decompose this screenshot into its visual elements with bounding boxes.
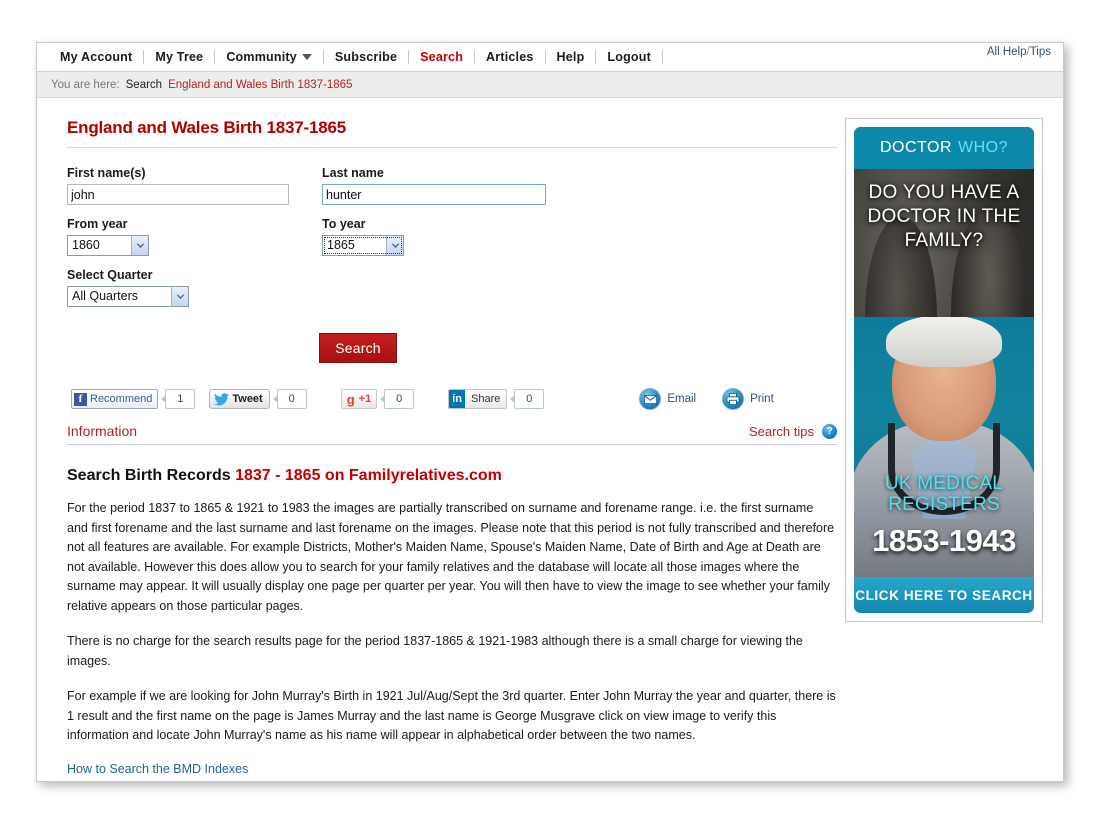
advertisement-doctor-hair (886, 317, 1002, 367)
how-to-search-bmd-indexes-link[interactable]: How to Search the BMD Indexes (67, 762, 837, 776)
help-tips-links: All Help/Tips (987, 46, 1051, 58)
information-section-header: Information Search tips ? (67, 423, 837, 445)
nav-item-community-label: Community (226, 50, 297, 64)
nav-item-search[interactable]: Search (409, 43, 474, 71)
browser-page-card: My Account My Tree Community Subscribe S… (36, 42, 1064, 782)
page-body: England and Wales Birth 1837-1865 First … (37, 98, 1063, 776)
facebook-count: 1 (161, 389, 196, 409)
advertisement-top-bar: DOCTOR WHO? (854, 127, 1034, 169)
search-button-row: Search (67, 333, 837, 363)
nav-item-logout[interactable]: Logout (596, 43, 662, 71)
facebook-icon: f (74, 392, 87, 406)
top-navigation-bar: My Account My Tree Community Subscribe S… (37, 43, 1063, 72)
form-row-names: First name(s) Last name (67, 166, 837, 205)
search-tips-link[interactable]: Search tips (749, 424, 814, 439)
advertisement-years-text: 1853-1943 (872, 523, 1016, 558)
first-name-field-group: First name(s) (67, 166, 322, 205)
form-row-quarter: Select Quarter All Quarters (67, 268, 837, 307)
breadcrumb-item-search[interactable]: Search (126, 79, 162, 91)
nav-item-help[interactable]: Help (546, 43, 596, 71)
quarter-field-group: Select Quarter All Quarters (67, 268, 322, 307)
facebook-recommend-button[interactable]: f Recommend (71, 389, 159, 409)
select-quarter-label: Select Quarter (67, 268, 153, 282)
chevron-down-icon (131, 236, 148, 255)
advertisement-registers-text: UK MEDICAL REGISTERS (884, 473, 1004, 515)
nav-item-articles[interactable]: Articles (475, 43, 544, 71)
search-form: First name(s) Last name From year 18 (67, 166, 837, 363)
advertisement-column: DOCTOR WHO? DO YOU HAVE A DOCTOR IN THE … (837, 98, 1061, 776)
information-heading: Search Birth Records 1837 - 1865 on Fami… (67, 467, 837, 485)
last-name-field-group: Last name (322, 166, 580, 205)
from-year-label: From year (67, 217, 128, 231)
chevron-down-icon (301, 54, 312, 60)
information-title: Information (67, 423, 138, 439)
information-paragraph: There is no charge for the search result… (67, 634, 803, 668)
nav-separator (661, 50, 663, 64)
to-year-field-group: To year 1865 (322, 217, 580, 256)
information-paragraph: For example if we are looking for John M… (67, 689, 836, 742)
to-year-label: To year (322, 217, 366, 231)
email-label: Email (667, 393, 697, 405)
email-print-group: Email Print (639, 388, 799, 410)
google-plus-one-label: +1 (358, 393, 372, 405)
from-year-value: 1860 (72, 238, 100, 252)
breadcrumb-item-current[interactable]: England and Wales Birth 1837-1865 (168, 79, 352, 91)
google-plus-count: 0 (380, 389, 415, 409)
print-action[interactable]: Print (722, 388, 774, 410)
nav-item-subscribe[interactable]: Subscribe (324, 43, 408, 71)
information-paragraph: For the period 1837 to 1865 & 1921 to 19… (67, 501, 835, 613)
advertisement-inner: DOCTOR WHO? DO YOU HAVE A DOCTOR IN THE … (854, 127, 1034, 613)
linkedin-count: 0 (510, 389, 545, 409)
twitter-bird-icon (214, 392, 230, 406)
advertisement-banner[interactable]: DOCTOR WHO? DO YOU HAVE A DOCTOR IN THE … (845, 118, 1043, 622)
google-plus-icon: g (346, 391, 355, 407)
chevron-down-icon (386, 236, 403, 255)
form-row-years: From year 1860 To year 1865 (67, 217, 837, 256)
from-year-select[interactable]: 1860 (67, 235, 149, 256)
email-action[interactable]: Email (639, 388, 696, 410)
nav-item-my-tree[interactable]: My Tree (144, 43, 214, 71)
nav-item-my-account[interactable]: My Account (49, 43, 143, 71)
last-name-label: Last name (322, 166, 384, 180)
page-shell: My Account My Tree Community Subscribe S… (0, 0, 1100, 827)
social-share-row: f Recommend 1 Tweet 0 g +1 0 in Share 0 … (67, 387, 837, 411)
page-title: England and Wales Birth 1837-1865 (67, 118, 347, 137)
printer-icon (722, 388, 745, 410)
all-help-link[interactable]: All Help (987, 46, 1027, 58)
to-year-select[interactable]: 1865 (322, 235, 404, 256)
advertisement-doctor-text: DOCTOR (879, 139, 953, 156)
content-column: England and Wales Birth 1837-1865 First … (37, 98, 837, 776)
first-name-label: First name(s) (67, 166, 146, 180)
information-heading-red: 1837 - 1865 on Familyrelatives.com (235, 467, 502, 484)
help-question-icon[interactable]: ? (822, 423, 837, 439)
linkedin-icon: in (449, 390, 465, 408)
linkedin-share-button[interactable]: in Share (448, 389, 508, 409)
nav-item-community[interactable]: Community (215, 43, 323, 71)
twitter-tweet-label: Tweet (232, 393, 263, 405)
last-name-input[interactable] (322, 184, 546, 205)
tips-link[interactable]: Tips (1030, 46, 1051, 58)
email-icon (639, 388, 662, 410)
facebook-recommend-label: Recommend (90, 393, 153, 405)
chevron-down-icon (171, 287, 188, 306)
from-year-field-group: From year 1860 (67, 217, 322, 256)
first-name-input[interactable] (67, 184, 289, 205)
select-quarter-select[interactable]: All Quarters (67, 286, 189, 307)
advertisement-who-text: WHO? (958, 139, 1009, 156)
twitter-count: 0 (272, 389, 307, 409)
search-button[interactable]: Search (319, 333, 397, 363)
twitter-tweet-button[interactable]: Tweet (209, 389, 270, 409)
breadcrumb-prefix: You are here: (51, 78, 120, 91)
advertisement-headline: DO YOU HAVE A DOCTOR IN THE FAMILY? (867, 182, 1021, 251)
linkedin-share-label: Share (471, 393, 501, 405)
select-quarter-value: All Quarters (72, 289, 138, 303)
to-year-value: 1865 (327, 238, 355, 252)
google-plus-one-button[interactable]: g +1 (340, 389, 378, 409)
title-divider (67, 147, 837, 148)
information-heading-black: Search Birth Records (67, 467, 231, 484)
breadcrumb: You are here: Search England and Wales B… (37, 72, 1063, 98)
advertisement-cta-button[interactable]: CLICK HERE TO SEARCH (854, 577, 1034, 613)
print-label: Print (750, 393, 774, 405)
search-tips-group: Search tips ? (749, 423, 837, 439)
